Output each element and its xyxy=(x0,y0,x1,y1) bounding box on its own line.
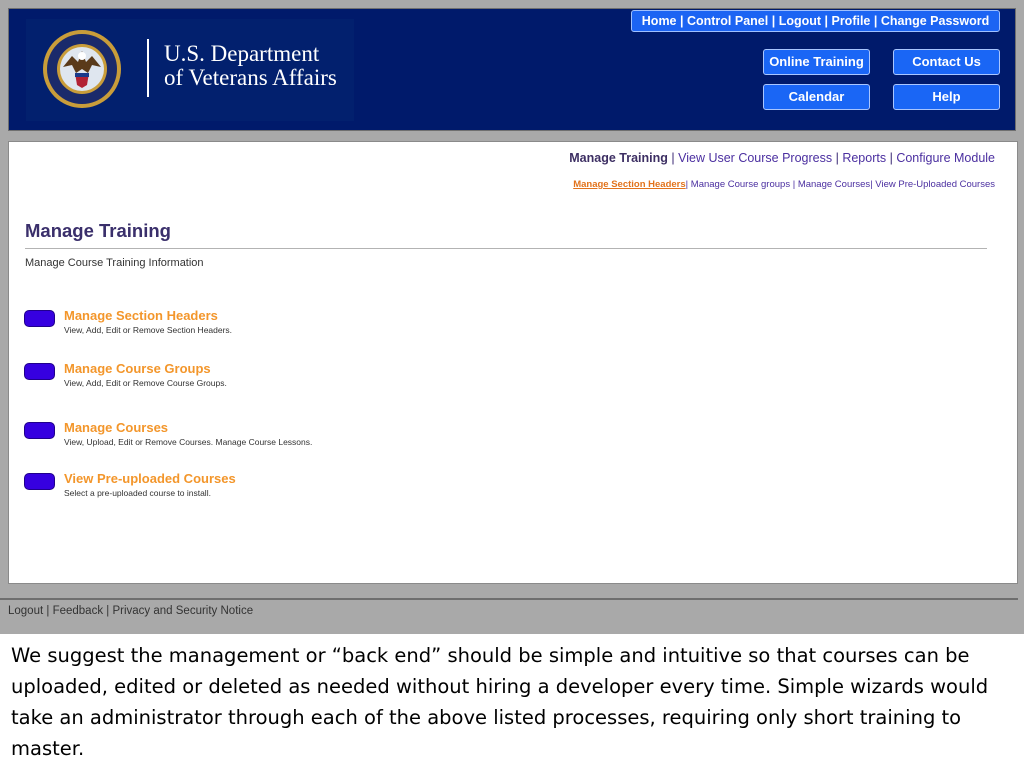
subnav2-manage-course-groups[interactable]: Manage Course groups xyxy=(691,179,790,190)
manage-courses-button[interactable] xyxy=(24,422,55,439)
view-pre-uploaded-courses-link[interactable]: View Pre-uploaded Courses xyxy=(64,471,236,486)
top-utility-links: Home | Control Panel | Logout | Profile … xyxy=(631,10,1000,32)
list-item: Manage Course Groups View, Add, Edit or … xyxy=(24,361,724,401)
secondary-subnav: Manage Section Headers | Manage Course gr… xyxy=(573,179,995,190)
separator: | xyxy=(790,179,798,190)
subnav2-view-pre-uploaded-courses[interactable]: View Pre-Uploaded Courses xyxy=(875,179,995,190)
top-link-home[interactable]: Home xyxy=(642,14,677,28)
subnav-configure-module[interactable]: Configure Module xyxy=(896,151,995,165)
footer-link-logout[interactable]: Logout xyxy=(8,605,43,617)
footer-link-feedback[interactable]: Feedback xyxy=(53,605,104,617)
logo-divider xyxy=(147,39,149,97)
subnav2-manage-courses[interactable]: Manage Courses xyxy=(798,179,870,190)
online-training-button[interactable]: Online Training xyxy=(763,49,870,75)
separator: | xyxy=(43,605,53,617)
manage-section-headers-button[interactable] xyxy=(24,310,55,327)
site-header: U.S. Department of Veterans Affairs Home… xyxy=(8,8,1016,131)
va-logo[interactable]: U.S. Department of Veterans Affairs xyxy=(26,19,354,121)
footer-link-privacy[interactable]: Privacy and Security Notice xyxy=(112,605,253,617)
list-item: Manage Section Headers View, Add, Edit o… xyxy=(24,308,724,348)
separator: | xyxy=(676,14,687,28)
top-link-control-panel[interactable]: Control Panel xyxy=(687,14,768,28)
item-description: View, Add, Edit or Remove Course Groups. xyxy=(64,378,227,388)
list-item: Manage Courses View, Upload, Edit or Rem… xyxy=(24,420,724,460)
separator: | xyxy=(821,14,832,28)
va-seal-icon xyxy=(43,30,121,108)
top-link-profile[interactable]: Profile xyxy=(831,14,870,28)
subnav-reports[interactable]: Reports xyxy=(842,151,886,165)
item-description: Select a pre-uploaded course to install. xyxy=(64,488,211,498)
page-title: Manage Training xyxy=(25,220,171,241)
logo-line-1: U.S. Department xyxy=(164,41,320,66)
item-description: View, Add, Edit or Remove Section Header… xyxy=(64,325,233,335)
subnav-manage-training[interactable]: Manage Training xyxy=(569,151,668,165)
manage-course-groups-link[interactable]: Manage Course Groups xyxy=(64,361,211,376)
primary-subnav: Manage Training | View User Course Progr… xyxy=(569,151,995,165)
top-link-logout[interactable]: Logout xyxy=(779,14,821,28)
separator: | xyxy=(870,14,881,28)
separator: | xyxy=(768,14,779,28)
screenshot-frame: U.S. Department of Veterans Affairs Home… xyxy=(0,0,1024,634)
site-footer: Logout | Feedback | Privacy and Security… xyxy=(8,605,253,617)
view-pre-uploaded-courses-button[interactable] xyxy=(24,473,55,490)
list-item: View Pre-uploaded Courses Select a pre-u… xyxy=(24,471,724,511)
item-description: View, Upload, Edit or Remove Courses. Ma… xyxy=(64,437,313,447)
manage-course-groups-button[interactable] xyxy=(24,363,55,380)
page-subtitle: Manage Course Training Information xyxy=(25,257,204,269)
title-divider xyxy=(25,248,987,249)
contact-us-button[interactable]: Contact Us xyxy=(893,49,1000,75)
calendar-button[interactable]: Calendar xyxy=(763,84,870,110)
subnav2-manage-section-headers[interactable]: Manage Section Headers xyxy=(573,179,685,190)
manage-section-headers-link[interactable]: Manage Section Headers xyxy=(64,308,218,323)
manage-courses-link[interactable]: Manage Courses xyxy=(64,420,168,435)
logo-line-2: of Veterans Affairs xyxy=(164,65,337,90)
subnav-view-user-course-progress[interactable]: View User Course Progress xyxy=(678,151,832,165)
help-button[interactable]: Help xyxy=(893,84,1000,110)
slide-caption: We suggest the management or “back end” … xyxy=(11,644,989,760)
logo-text: U.S. Department of Veterans Affairs xyxy=(164,42,337,90)
main-panel: Manage Training | View User Course Progr… xyxy=(8,141,1018,584)
top-link-change-password[interactable]: Change Password xyxy=(881,14,989,28)
footer-divider xyxy=(0,598,1018,600)
